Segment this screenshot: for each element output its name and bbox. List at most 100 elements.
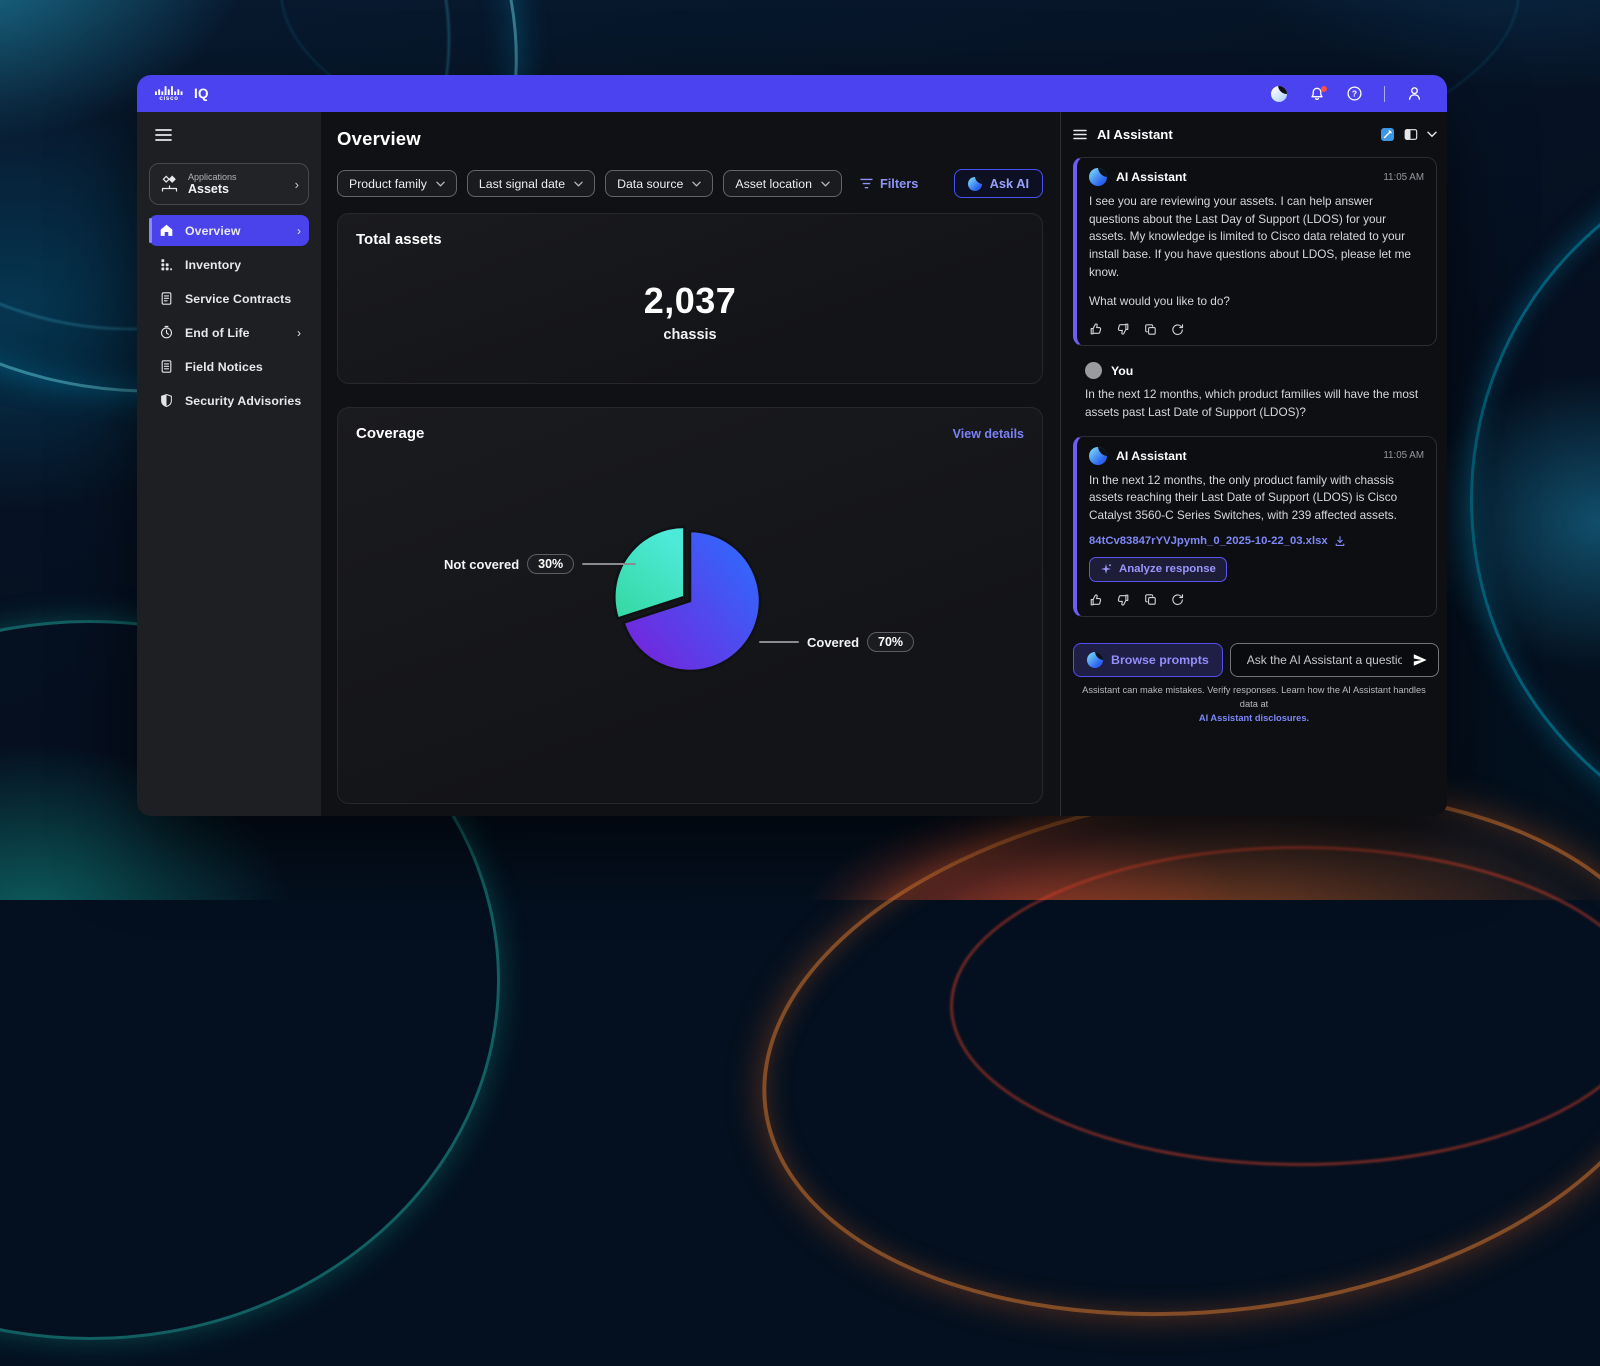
- user-icon[interactable]: [1406, 85, 1423, 102]
- ai-assistant-title: AI Assistant: [1097, 127, 1173, 142]
- message-author: AI Assistant: [1116, 449, 1187, 463]
- download-icon: [1334, 535, 1346, 547]
- chevron-right-icon: ›: [295, 177, 299, 192]
- ai-message-list: AI Assistant 11:05 AM I see you are revi…: [1073, 157, 1437, 617]
- copy-icon[interactable]: [1143, 593, 1157, 607]
- sidebar: Applications Assets › Overview ›: [137, 112, 321, 816]
- message-time: 11:05 AM: [1383, 450, 1424, 461]
- new-chat-icon[interactable]: [1380, 127, 1395, 142]
- page-title: Overview: [337, 128, 1043, 150]
- message-author: You: [1111, 364, 1133, 378]
- chevron-right-icon: ›: [297, 326, 301, 340]
- not-covered-percent: 30%: [527, 554, 574, 574]
- sidebar-item-inventory[interactable]: Inventory: [149, 249, 309, 280]
- analyze-response-button[interactable]: Analyze response: [1089, 557, 1227, 582]
- ai-input-container: [1230, 643, 1439, 677]
- browse-prompts-button[interactable]: Browse prompts: [1073, 643, 1223, 677]
- callout-line: [759, 641, 799, 643]
- sidebar-item-service-contracts[interactable]: Service Contracts: [149, 283, 309, 314]
- total-assets-value: 2,037: [338, 280, 1042, 322]
- callout-not-covered: Not covered 30%: [444, 554, 636, 574]
- app-body: Applications Assets › Overview ›: [137, 112, 1447, 816]
- funnel-icon: [860, 178, 873, 189]
- thumbs-up-icon[interactable]: [1089, 322, 1103, 336]
- send-icon[interactable]: [1412, 652, 1428, 668]
- ai-assistant-icon[interactable]: [1270, 85, 1287, 102]
- ai-assistant-header: AI Assistant: [1073, 121, 1437, 147]
- app-window: cisco IQ ?: [137, 75, 1447, 816]
- message-text: In the next 12 months, the only product …: [1089, 472, 1424, 525]
- user-message: You In the next 12 months, which product…: [1073, 356, 1437, 425]
- notice-document-icon: [158, 359, 174, 375]
- ai-question-input[interactable]: [1245, 652, 1404, 668]
- disclaimer-text: Assistant can make mistakes. Verify resp…: [1082, 685, 1426, 709]
- sidebar-item-field-notices[interactable]: Field Notices: [149, 351, 309, 382]
- filter-last-signal-date[interactable]: Last signal date: [467, 170, 595, 197]
- wallpaper-swirl: [1470, 140, 1600, 860]
- product-name: IQ: [194, 86, 209, 101]
- filter-asset-location[interactable]: Asset location: [723, 170, 842, 197]
- not-covered-label: Not covered: [444, 557, 519, 572]
- app-switcher-assets[interactable]: Applications Assets ›: [149, 163, 309, 205]
- chevron-down-icon[interactable]: [1427, 131, 1437, 138]
- sidebar-item-label: Inventory: [185, 258, 241, 272]
- filter-product-family[interactable]: Product family: [337, 170, 457, 197]
- notification-dot: [1321, 86, 1327, 92]
- filters-button[interactable]: Filters: [860, 176, 918, 191]
- chevron-right-icon: ›: [297, 224, 301, 238]
- shield-icon: [158, 393, 174, 409]
- ask-ai-button[interactable]: Ask AI: [954, 169, 1043, 198]
- bell-icon[interactable]: [1308, 85, 1325, 102]
- thumbs-up-icon[interactable]: [1089, 593, 1103, 607]
- cisco-bridge-icon: [155, 85, 183, 95]
- panel-layout-icon[interactable]: [1404, 128, 1418, 141]
- filter-label: Last signal date: [479, 177, 565, 191]
- ai-avatar: [1089, 168, 1107, 186]
- sidebar-item-security-advisories[interactable]: Security Advisories: [149, 385, 309, 416]
- sidebar-item-label: Security Advisories: [185, 394, 301, 408]
- panel-menu-icon[interactable]: [1073, 129, 1087, 140]
- disclaimer-link[interactable]: AI Assistant disclosures.: [1199, 713, 1309, 723]
- brand-text: cisco: [159, 96, 178, 102]
- sidebar-item-overview[interactable]: Overview ›: [149, 215, 309, 246]
- copy-icon[interactable]: [1143, 322, 1157, 336]
- sidebar-nav: Overview › Inventory: [149, 215, 309, 416]
- covered-label: Covered: [807, 635, 859, 650]
- chevron-down-icon: [574, 181, 583, 187]
- svg-text:?: ?: [1352, 89, 1357, 99]
- thumbs-down-icon[interactable]: [1116, 322, 1130, 336]
- callout-line: [582, 563, 636, 565]
- message-time: 11:05 AM: [1383, 172, 1424, 183]
- help-icon[interactable]: ?: [1346, 85, 1363, 102]
- sidebar-item-label: Service Contracts: [185, 292, 291, 306]
- sidebar-item-end-of-life[interactable]: End of Life ›: [149, 317, 309, 348]
- regenerate-icon[interactable]: [1170, 593, 1184, 607]
- message-author: AI Assistant: [1116, 170, 1187, 184]
- ai-disclaimer: Assistant can make mistakes. Verify resp…: [1073, 684, 1435, 726]
- filter-label: Product family: [349, 177, 427, 191]
- view-details-link[interactable]: View details: [953, 427, 1024, 441]
- analyze-response-label: Analyze response: [1119, 563, 1216, 575]
- app-header: cisco IQ ?: [137, 75, 1447, 112]
- wallpaper-swirl: [950, 846, 1600, 1166]
- thumbs-down-icon[interactable]: [1116, 593, 1130, 607]
- filters-label: Filters: [880, 176, 918, 191]
- coverage-card: Coverage View details: [337, 407, 1043, 804]
- total-assets-card: Total assets 2,037 chassis: [337, 213, 1043, 384]
- ai-assistant-panel: AI Assistant: [1060, 112, 1447, 816]
- ai-logo-icon: [1087, 652, 1103, 668]
- covered-percent: 70%: [867, 632, 914, 652]
- attachment-filename: 84tCv83847rYVJpymh_0_2025-10-22_03.xlsx: [1089, 535, 1328, 547]
- filter-data-source[interactable]: Data source: [605, 170, 713, 197]
- sidebar-item-label: Overview: [185, 224, 241, 238]
- callout-covered: Covered 70%: [759, 632, 914, 652]
- browse-prompts-label: Browse prompts: [1111, 653, 1209, 667]
- total-assets-stat: 2,037 chassis: [338, 280, 1042, 343]
- message-text: In the next 12 months, which product fam…: [1085, 386, 1425, 421]
- menu-icon[interactable]: [155, 128, 172, 142]
- regenerate-icon[interactable]: [1170, 322, 1184, 336]
- filter-bar: Product family Last signal date Data sou…: [337, 169, 1043, 198]
- message-actions: [1089, 322, 1424, 336]
- wallpaper-swirl: [732, 738, 1600, 1366]
- attachment-link[interactable]: 84tCv83847rYVJpymh_0_2025-10-22_03.xlsx: [1089, 535, 1424, 547]
